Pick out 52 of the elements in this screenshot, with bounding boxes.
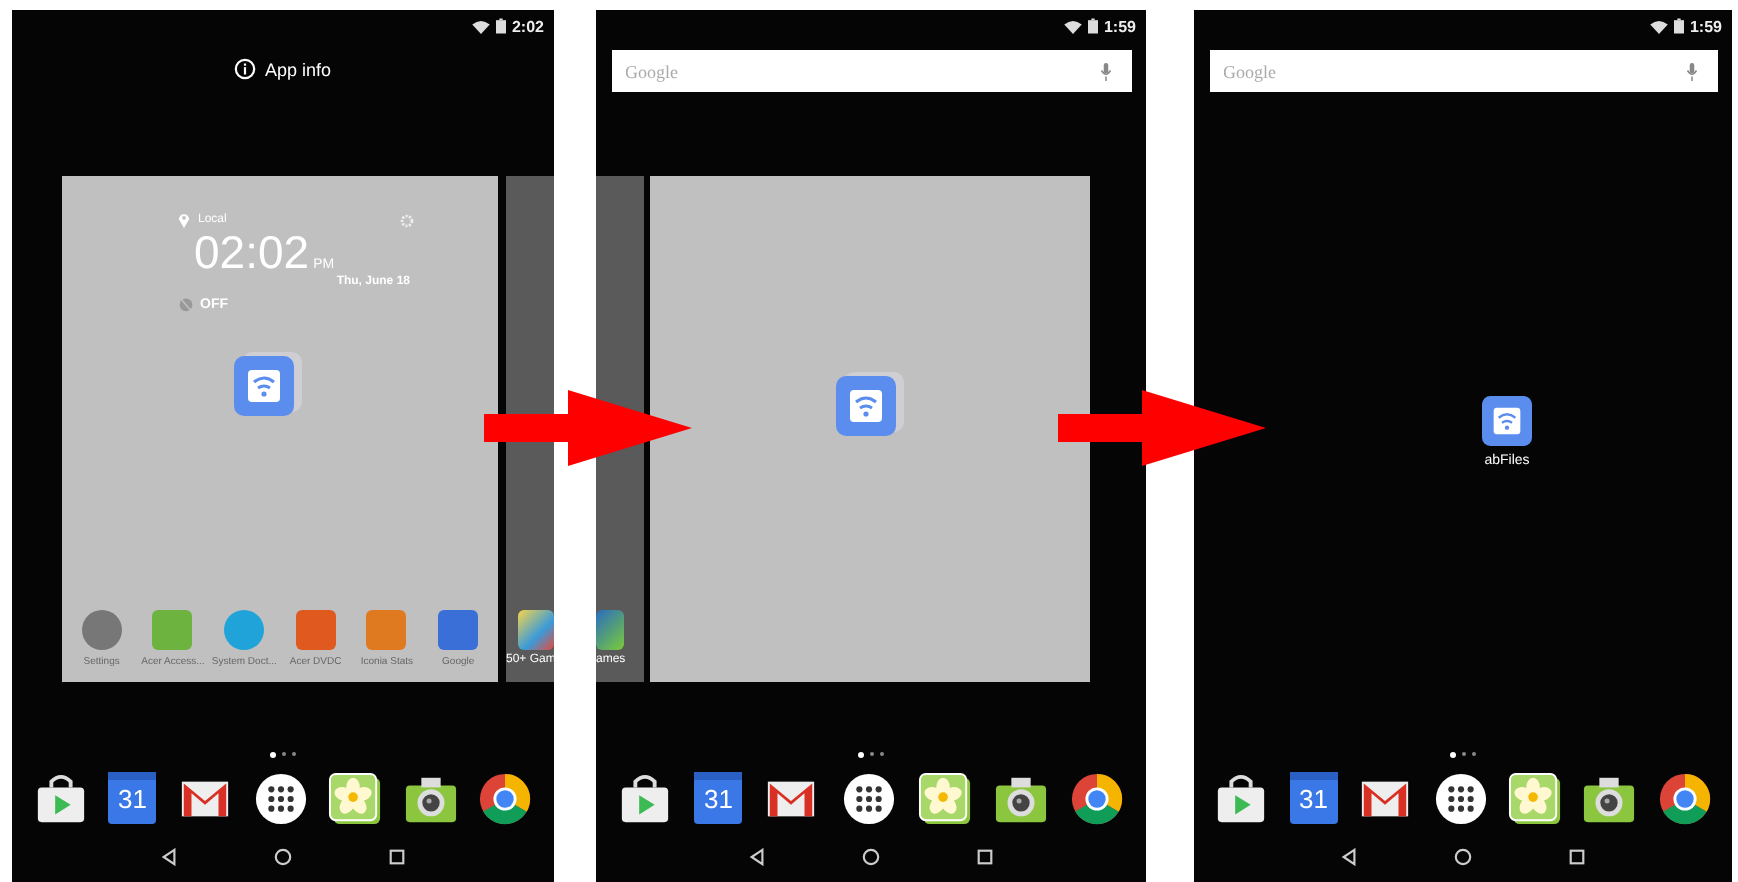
colored-circle-icon[interactable] bbox=[1657, 771, 1712, 825]
status-time: 1:59 bbox=[1689, 17, 1722, 35]
page-dot[interactable] bbox=[270, 751, 276, 757]
home-icon[interactable] bbox=[1454, 847, 1472, 865]
back-icon[interactable] bbox=[1340, 847, 1358, 865]
shopping-bag-icon[interactable] bbox=[618, 771, 673, 825]
location-pin-icon bbox=[178, 212, 190, 228]
dragged-app-icon[interactable] bbox=[836, 372, 904, 436]
calendar-icon[interactable]: 31 bbox=[108, 772, 157, 824]
app-drawer-icon[interactable] bbox=[253, 771, 307, 825]
recents-icon[interactable] bbox=[388, 847, 406, 865]
recents-icon[interactable] bbox=[976, 847, 994, 865]
status-time: 2:02 bbox=[511, 17, 544, 35]
search-bar[interactable]: Google bbox=[611, 50, 1131, 92]
battery-icon bbox=[1673, 18, 1684, 34]
clock-time: 02:02 bbox=[194, 228, 310, 276]
dragged-app-icon[interactable] bbox=[234, 352, 302, 416]
flower-gallery-icon[interactable] bbox=[917, 771, 972, 825]
flower-gallery-icon[interactable] bbox=[328, 771, 383, 825]
back-icon[interactable] bbox=[748, 847, 766, 865]
alarm-off-icon bbox=[178, 296, 194, 312]
home-icon[interactable] bbox=[862, 847, 880, 865]
shopping-bag-icon[interactable] bbox=[1214, 771, 1269, 825]
game-app-icon bbox=[518, 610, 554, 650]
app-drawer-icon[interactable] bbox=[1433, 771, 1487, 825]
colored-circle-icon[interactable] bbox=[478, 771, 533, 825]
search-input[interactable]: Google bbox=[1223, 61, 1685, 81]
flower-gallery-icon[interactable] bbox=[1507, 771, 1562, 825]
battery-icon bbox=[1087, 18, 1098, 34]
shopping-bag-icon[interactable] bbox=[33, 771, 88, 825]
app-info-label[interactable]: App info bbox=[264, 59, 332, 79]
back-icon[interactable] bbox=[160, 847, 178, 865]
search-input[interactable]: Google bbox=[625, 61, 1099, 81]
page-dot[interactable] bbox=[1450, 751, 1456, 757]
microphone-icon[interactable] bbox=[1099, 61, 1111, 81]
calendar-icon[interactable]: 31 bbox=[1289, 772, 1338, 824]
status-time: 1:59 bbox=[1103, 17, 1136, 35]
recents-icon[interactable] bbox=[1568, 847, 1586, 865]
battery-icon bbox=[495, 18, 506, 34]
game-app-icon bbox=[596, 610, 624, 650]
app-icon[interactable] bbox=[1482, 396, 1532, 446]
info-icon[interactable] bbox=[234, 58, 257, 80]
calendar-icon[interactable]: 31 bbox=[694, 772, 743, 824]
app-drawer-icon[interactable] bbox=[841, 771, 895, 825]
colored-circle-icon[interactable] bbox=[1069, 771, 1124, 825]
wifi-icon bbox=[1063, 19, 1082, 33]
wifi-icon bbox=[1649, 19, 1668, 33]
wifi-icon bbox=[471, 19, 490, 33]
microphone-icon[interactable] bbox=[1685, 61, 1697, 81]
search-bar[interactable]: Google bbox=[1209, 50, 1717, 92]
home-icon[interactable] bbox=[274, 847, 292, 865]
page-dot[interactable] bbox=[858, 751, 864, 757]
